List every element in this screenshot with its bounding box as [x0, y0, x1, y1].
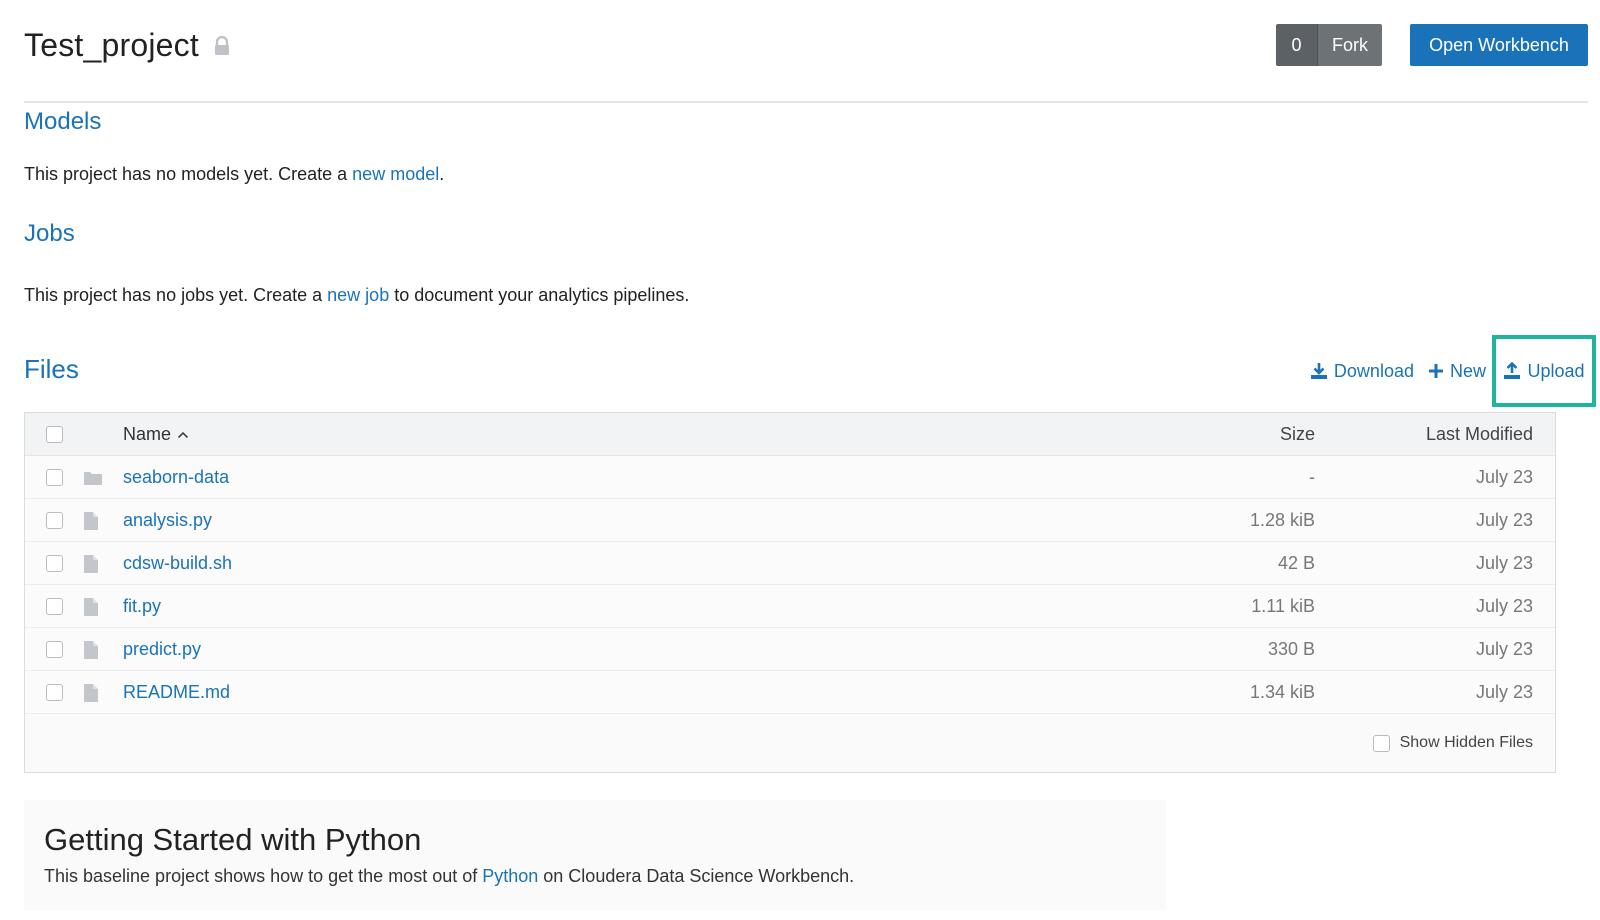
jobs-empty-message: This project has no jobs yet. Create a n…	[24, 285, 689, 306]
table-row[interactable]: cdsw-build.sh 42 B July 23	[25, 542, 1555, 585]
file-last-modified: July 23	[1475, 596, 1533, 616]
models-empty-message: This project has no models yet. Create a…	[24, 164, 444, 185]
table-row[interactable]: predict.py 330 B July 23	[25, 628, 1555, 671]
project-title: Test_project	[24, 26, 199, 63]
row-checkbox-cell	[46, 628, 63, 671]
file-name-link[interactable]: seaborn-data	[123, 467, 229, 488]
gs-text-before: This baseline project shows how to get t…	[44, 866, 483, 886]
files-table-header: Name Size Last Modified	[25, 413, 1555, 456]
upload-icon	[1504, 362, 1521, 379]
new-button[interactable]: New	[1428, 361, 1486, 382]
folder-icon	[83, 456, 103, 499]
upload-highlight: Upload	[1492, 335, 1596, 407]
row-checkbox-cell	[46, 499, 63, 542]
row-checkbox-cell	[46, 456, 63, 499]
file-last-modified: July 23	[1475, 639, 1533, 659]
file-name-link[interactable]: cdsw-build.sh	[123, 553, 232, 574]
show-hidden-label: Show Hidden Files	[1399, 734, 1533, 751]
file-actions: Download New Upload	[1310, 335, 1596, 407]
file-last-modified: July 23	[1475, 510, 1533, 530]
file-name-cell: analysis.py	[123, 499, 212, 542]
files-table-body: seaborn-data - July 23 analysis.py 1.28 kiB J…	[25, 456, 1555, 714]
header-divider	[24, 101, 1588, 103]
row-checkbox[interactable]	[46, 512, 63, 529]
python-link[interactable]: Python	[482, 866, 538, 886]
models-text-before: This project has no models yet. Create a	[24, 164, 353, 184]
jobs-title: Jobs	[24, 220, 75, 247]
jobs-text-after: to document your analytics pipelines.	[389, 285, 690, 305]
files-title: Files	[24, 354, 79, 384]
file-name-cell: README.md	[123, 671, 230, 714]
file-size: 42 B	[1277, 553, 1315, 573]
new-label: New	[1449, 360, 1486, 381]
file-name-cell: fit.py	[123, 585, 161, 628]
table-row[interactable]: analysis.py 1.28 kiB July 23	[25, 499, 1555, 542]
new-job-link[interactable]: new job	[327, 285, 389, 305]
file-size: 1.11 kiB	[1251, 596, 1315, 616]
upload-label: Upload	[1527, 360, 1585, 381]
models-text-after: .	[439, 164, 445, 184]
new-model-link[interactable]: new model	[352, 164, 439, 184]
fork-button[interactable]: Fork	[1318, 24, 1382, 66]
file-size: -	[1309, 467, 1315, 487]
open-workbench-button[interactable]: Open Workbench	[1410, 24, 1588, 66]
lock-icon	[213, 35, 231, 56]
table-row[interactable]: fit.py 1.11 kiB July 23	[25, 585, 1555, 628]
show-hidden-files[interactable]: Show Hidden Files	[1372, 734, 1533, 752]
row-checkbox[interactable]	[46, 469, 63, 486]
file-size: 330 B	[1267, 639, 1315, 659]
file-name-link[interactable]: analysis.py	[123, 510, 212, 531]
row-checkbox[interactable]	[46, 598, 63, 615]
size-column-header[interactable]: Size	[1280, 413, 1315, 456]
file-icon	[83, 585, 99, 628]
file-last-modified: July 23	[1475, 467, 1533, 487]
download-icon	[1310, 363, 1327, 379]
file-last-modified: July 23	[1475, 682, 1533, 702]
table-row[interactable]: seaborn-data - July 23	[25, 456, 1555, 499]
name-column-header[interactable]: Name	[123, 413, 189, 456]
row-checkbox[interactable]	[46, 641, 63, 658]
file-icon	[83, 628, 99, 671]
download-button[interactable]: Download	[1310, 361, 1414, 382]
gs-text-after: on Cloudera Data Science Workbench.	[538, 866, 855, 886]
file-name-cell: predict.py	[123, 628, 201, 671]
row-checkbox-cell	[46, 585, 63, 628]
fork-count: 0	[1276, 24, 1318, 66]
file-name-link[interactable]: README.md	[123, 682, 230, 703]
getting-started-text: This baseline project shows how to get t…	[44, 866, 854, 887]
file-size: 1.28 kiB	[1249, 510, 1315, 530]
file-name-link[interactable]: predict.py	[123, 639, 201, 660]
project-header: Test_project 0 Fork Open Workbench	[24, 22, 1588, 68]
file-name-cell: seaborn-data	[123, 456, 229, 499]
file-last-modified: July 23	[1475, 553, 1533, 573]
file-icon	[83, 542, 99, 585]
upload-button[interactable]: Upload	[1503, 360, 1585, 382]
row-checkbox[interactable]	[46, 684, 63, 701]
models-title: Models	[24, 108, 102, 135]
file-name-cell: cdsw-build.sh	[123, 542, 232, 585]
jobs-text-before: This project has no jobs yet. Create a	[24, 285, 328, 305]
file-size: 1.34 kiB	[1249, 682, 1315, 702]
file-icon	[83, 499, 99, 542]
table-row[interactable]: README.md 1.34 kiB July 23	[25, 671, 1555, 714]
name-header-label: Name	[123, 424, 172, 444]
getting-started-panel: Getting Started with Python This baselin…	[24, 800, 1166, 910]
row-checkbox-cell	[46, 542, 63, 585]
show-hidden-checkbox[interactable]	[1372, 734, 1390, 752]
last-modified-column-header[interactable]: Last Modified	[1426, 413, 1533, 456]
files-table: Name Size Last Modified seaborn-data - Jul…	[24, 412, 1556, 773]
row-checkbox[interactable]	[46, 555, 63, 572]
header-actions: 0 Fork Open Workbench	[1276, 24, 1588, 66]
getting-started-title: Getting Started with Python	[44, 822, 422, 857]
fork-group: 0 Fork	[1276, 24, 1382, 66]
sort-ascending-icon	[177, 431, 189, 438]
row-checkbox-cell	[46, 671, 63, 714]
select-all-cell	[46, 413, 63, 456]
download-label: Download	[1333, 360, 1414, 381]
plus-icon	[1428, 364, 1443, 378]
file-icon	[83, 671, 99, 714]
file-name-link[interactable]: fit.py	[123, 596, 161, 617]
select-all-checkbox[interactable]	[46, 426, 63, 443]
